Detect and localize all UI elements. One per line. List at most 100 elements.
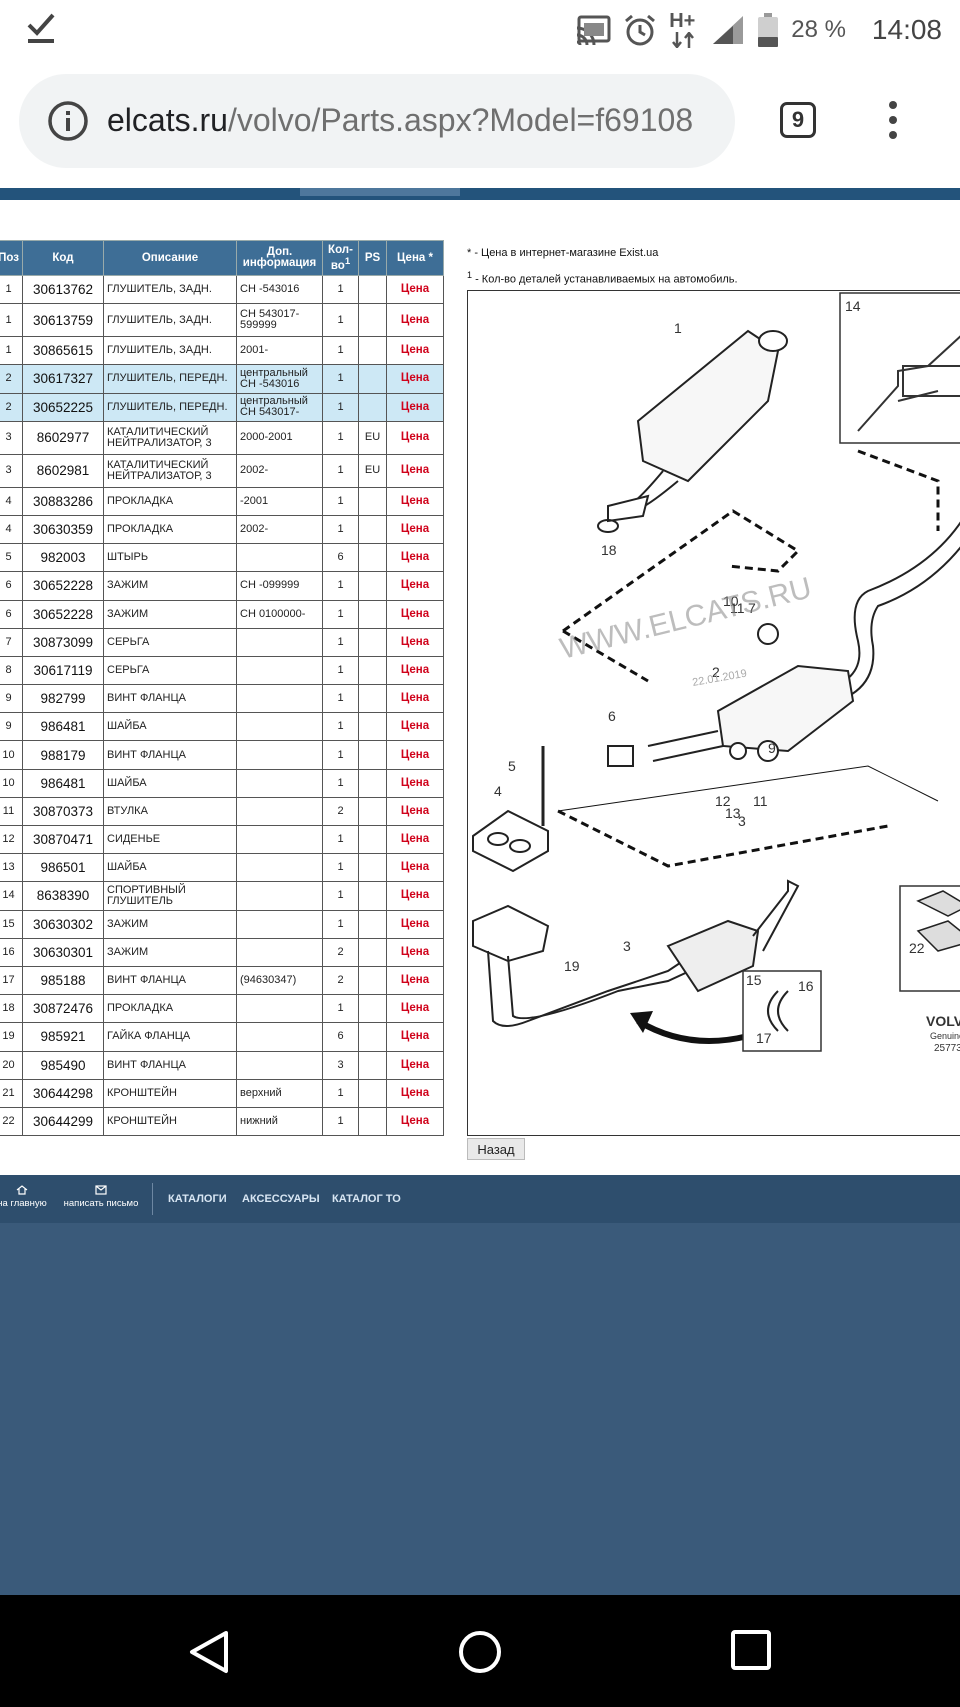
table-row[interactable]: 13 986501 ШАЙБА 1 Цена — [0, 853, 444, 883]
cell-code[interactable]: 30613762 — [22, 274, 104, 305]
cell-code[interactable]: 30644298 — [22, 1078, 104, 1108]
table-row[interactable]: 20 985490 ВИНТ ФЛАНЦА 3 Цена — [0, 1050, 444, 1080]
info-icon[interactable] — [47, 100, 89, 142]
cell-code[interactable]: 30652228 — [22, 599, 104, 629]
cell-code[interactable]: 30652225 — [22, 392, 104, 422]
table-row[interactable]: 3 8602977 КАТАЛИТИЧЕСКИЙ НЕЙТРАЛИЗАТОР, 32… — [0, 420, 444, 455]
cell-code[interactable]: 30644299 — [22, 1106, 104, 1137]
cell-code[interactable]: 30617119 — [22, 655, 104, 686]
table-row[interactable]: 21 30644298 КРОНШТЕЙН верхний 1 Цена — [0, 1078, 444, 1108]
home-nav-icon[interactable] — [457, 1629, 503, 1675]
back-nav-icon[interactable] — [186, 1629, 232, 1675]
table-row[interactable]: 4 30630359 ПРОКЛАДКА 2002- 1 Цена — [0, 514, 444, 545]
cell-price[interactable]: Цена — [386, 853, 444, 883]
cell-code[interactable]: 982799 — [22, 684, 104, 714]
table-row[interactable]: 16 30630301 ЗАЖИМ 2 Цена — [0, 937, 444, 967]
table-row[interactable]: 2 30617327 ГЛУШИТЕЛЬ, ПЕРЕДН. центральный C… — [0, 364, 444, 394]
recents-nav-icon[interactable] — [730, 1629, 772, 1671]
cell-price[interactable]: Цена — [386, 994, 444, 1024]
footer-link-catalogs[interactable]: КАТАЛОГИ — [168, 1193, 227, 1205]
back-button[interactable]: Назад — [467, 1138, 525, 1160]
table-row[interactable]: 1 30613759 ГЛУШИТЕЛЬ, ЗАДН. CH 543017-59999… — [0, 303, 444, 338]
table-row[interactable]: 22 30644299 КРОНШТЕЙН нижний 1 Цена — [0, 1106, 444, 1137]
cell-code[interactable]: 985921 — [22, 1022, 104, 1052]
url-text[interactable]: elcats.ru/volvo/Parts.aspx?Model=f69108 — [107, 102, 727, 139]
table-row[interactable]: 7 30873099 СЕРЬГА 1 Цена — [0, 627, 444, 657]
cell-code[interactable]: 986481 — [22, 768, 104, 798]
cell-code[interactable]: 30872476 — [22, 994, 104, 1024]
cell-code[interactable]: 30873099 — [22, 627, 104, 657]
cell-price[interactable]: Цена — [386, 303, 444, 338]
table-row[interactable]: 1 30613762 ГЛУШИТЕЛЬ, ЗАДН. CH -543016 1 Цена — [0, 274, 444, 305]
table-row[interactable]: 6 30652228 ЗАЖИМ CH 0100000- 1 Цена — [0, 599, 444, 629]
table-row[interactable]: 1 30865615 ГЛУШИТЕЛЬ, ЗАДН. 2001- 1 Цена — [0, 336, 444, 366]
cell-price[interactable]: Цена — [386, 543, 444, 573]
cell-price[interactable]: Цена — [386, 1078, 444, 1108]
cell-code[interactable]: 30870471 — [22, 824, 104, 855]
cell-price[interactable]: Цена — [386, 1106, 444, 1137]
table-row[interactable]: 9 986481 ШАЙБА 1 Цена — [0, 712, 444, 742]
cell-price[interactable]: Цена — [386, 392, 444, 422]
cell-code[interactable]: 30870373 — [22, 796, 104, 827]
cell-code[interactable]: 8602981 — [22, 453, 104, 488]
tab-switcher-button[interactable]: 9 — [780, 102, 816, 138]
cell-code[interactable]: 30630302 — [22, 909, 104, 939]
cell-price[interactable]: Цена — [386, 514, 444, 545]
cell-code[interactable]: 8638390 — [22, 881, 104, 911]
cell-price[interactable]: Цена — [386, 571, 444, 601]
cell-code[interactable]: 8602977 — [22, 420, 104, 455]
cell-code[interactable]: 30883286 — [22, 486, 104, 516]
more-menu-icon[interactable] — [886, 100, 900, 140]
cell-price[interactable]: Цена — [386, 881, 444, 911]
cell-code[interactable]: 30630359 — [22, 514, 104, 545]
cell-price[interactable]: Цена — [386, 937, 444, 967]
cell-price[interactable]: Цена — [386, 599, 444, 629]
cell-code[interactable]: 982003 — [22, 543, 104, 573]
table-row[interactable]: 17 985188 ВИНТ ФЛАНЦА (94630347) 2 Цена — [0, 965, 444, 996]
footer-link-accessories[interactable]: АКСЕССУАРЫ — [242, 1193, 320, 1205]
cell-price[interactable]: Цена — [386, 627, 444, 657]
cell-code[interactable]: 986481 — [22, 712, 104, 742]
footer-write-link[interactable]: написать письмо — [58, 1185, 144, 1209]
table-row[interactable]: 6 30652228 ЗАЖИМ CH -099999 1 Цена — [0, 571, 444, 601]
cell-code[interactable]: 30865615 — [22, 336, 104, 366]
cell-price[interactable]: Цена — [386, 274, 444, 305]
cell-code[interactable]: 985490 — [22, 1050, 104, 1080]
cell-code[interactable]: 986501 — [22, 853, 104, 883]
table-row[interactable]: 12 30870471 СИДЕНЬЕ 1 Цена — [0, 824, 444, 855]
table-row[interactable]: 10 986481 ШАЙБА 1 Цена — [0, 768, 444, 798]
cell-price[interactable]: Цена — [386, 768, 444, 798]
table-row[interactable]: 5 982003 ШТЫРЬ 6 Цена — [0, 543, 444, 573]
cell-price[interactable]: Цена — [386, 364, 444, 394]
cell-price[interactable]: Цена — [386, 1022, 444, 1052]
table-row[interactable]: 19 985921 ГАЙКА ФЛАНЦА 6 Цена — [0, 1022, 444, 1052]
table-row[interactable]: 15 30630302 ЗАЖИМ 1 Цена — [0, 909, 444, 939]
table-row[interactable]: 8 30617119 СЕРЬГА 1 Цена — [0, 655, 444, 686]
cell-code[interactable]: 30652228 — [22, 571, 104, 601]
cell-price[interactable]: Цена — [386, 453, 444, 488]
cell-code[interactable]: 30617327 — [22, 364, 104, 394]
parts-diagram[interactable]: 123 456 7910 111112 13314 151617 181920 … — [467, 290, 960, 1136]
table-row[interactable]: 14 8638390 СПОРТИВНЫЙ ГЛУШИТЕЛЬ 1 Цена — [0, 881, 444, 911]
table-row[interactable]: 11 30870373 ВТУЛКА 2 Цена — [0, 796, 444, 827]
table-row[interactable]: 3 8602981 КАТАЛИТИЧЕСКИЙ НЕЙТРАЛИЗАТОР, 32… — [0, 453, 444, 488]
cell-price[interactable]: Цена — [386, 1050, 444, 1080]
address-bar[interactable]: elcats.ru/volvo/Parts.aspx?Model=f69108 — [19, 74, 735, 168]
cell-code[interactable]: 988179 — [22, 740, 104, 770]
cell-price[interactable]: Цена — [386, 655, 444, 686]
cell-price[interactable]: Цена — [386, 740, 444, 770]
footer-home-link[interactable]: на главную — [0, 1185, 50, 1209]
table-row[interactable]: 4 30883286 ПРОКЛАДКА -2001 1 Цена — [0, 486, 444, 516]
cell-price[interactable]: Цена — [386, 965, 444, 996]
footer-link-maintenance[interactable]: КАТАЛОГ ТО — [332, 1193, 401, 1205]
cell-price[interactable]: Цена — [386, 420, 444, 455]
table-row[interactable]: 9 982799 ВИНТ ФЛАНЦА 1 Цена — [0, 684, 444, 714]
cell-code[interactable]: 30613759 — [22, 303, 104, 338]
cell-price[interactable]: Цена — [386, 486, 444, 516]
cell-price[interactable]: Цена — [386, 796, 444, 827]
cell-price[interactable]: Цена — [386, 336, 444, 366]
table-row[interactable]: 18 30872476 ПРОКЛАДКА 1 Цена — [0, 994, 444, 1024]
cell-code[interactable]: 985188 — [22, 965, 104, 996]
cell-price[interactable]: Цена — [386, 712, 444, 742]
cell-price[interactable]: Цена — [386, 909, 444, 939]
